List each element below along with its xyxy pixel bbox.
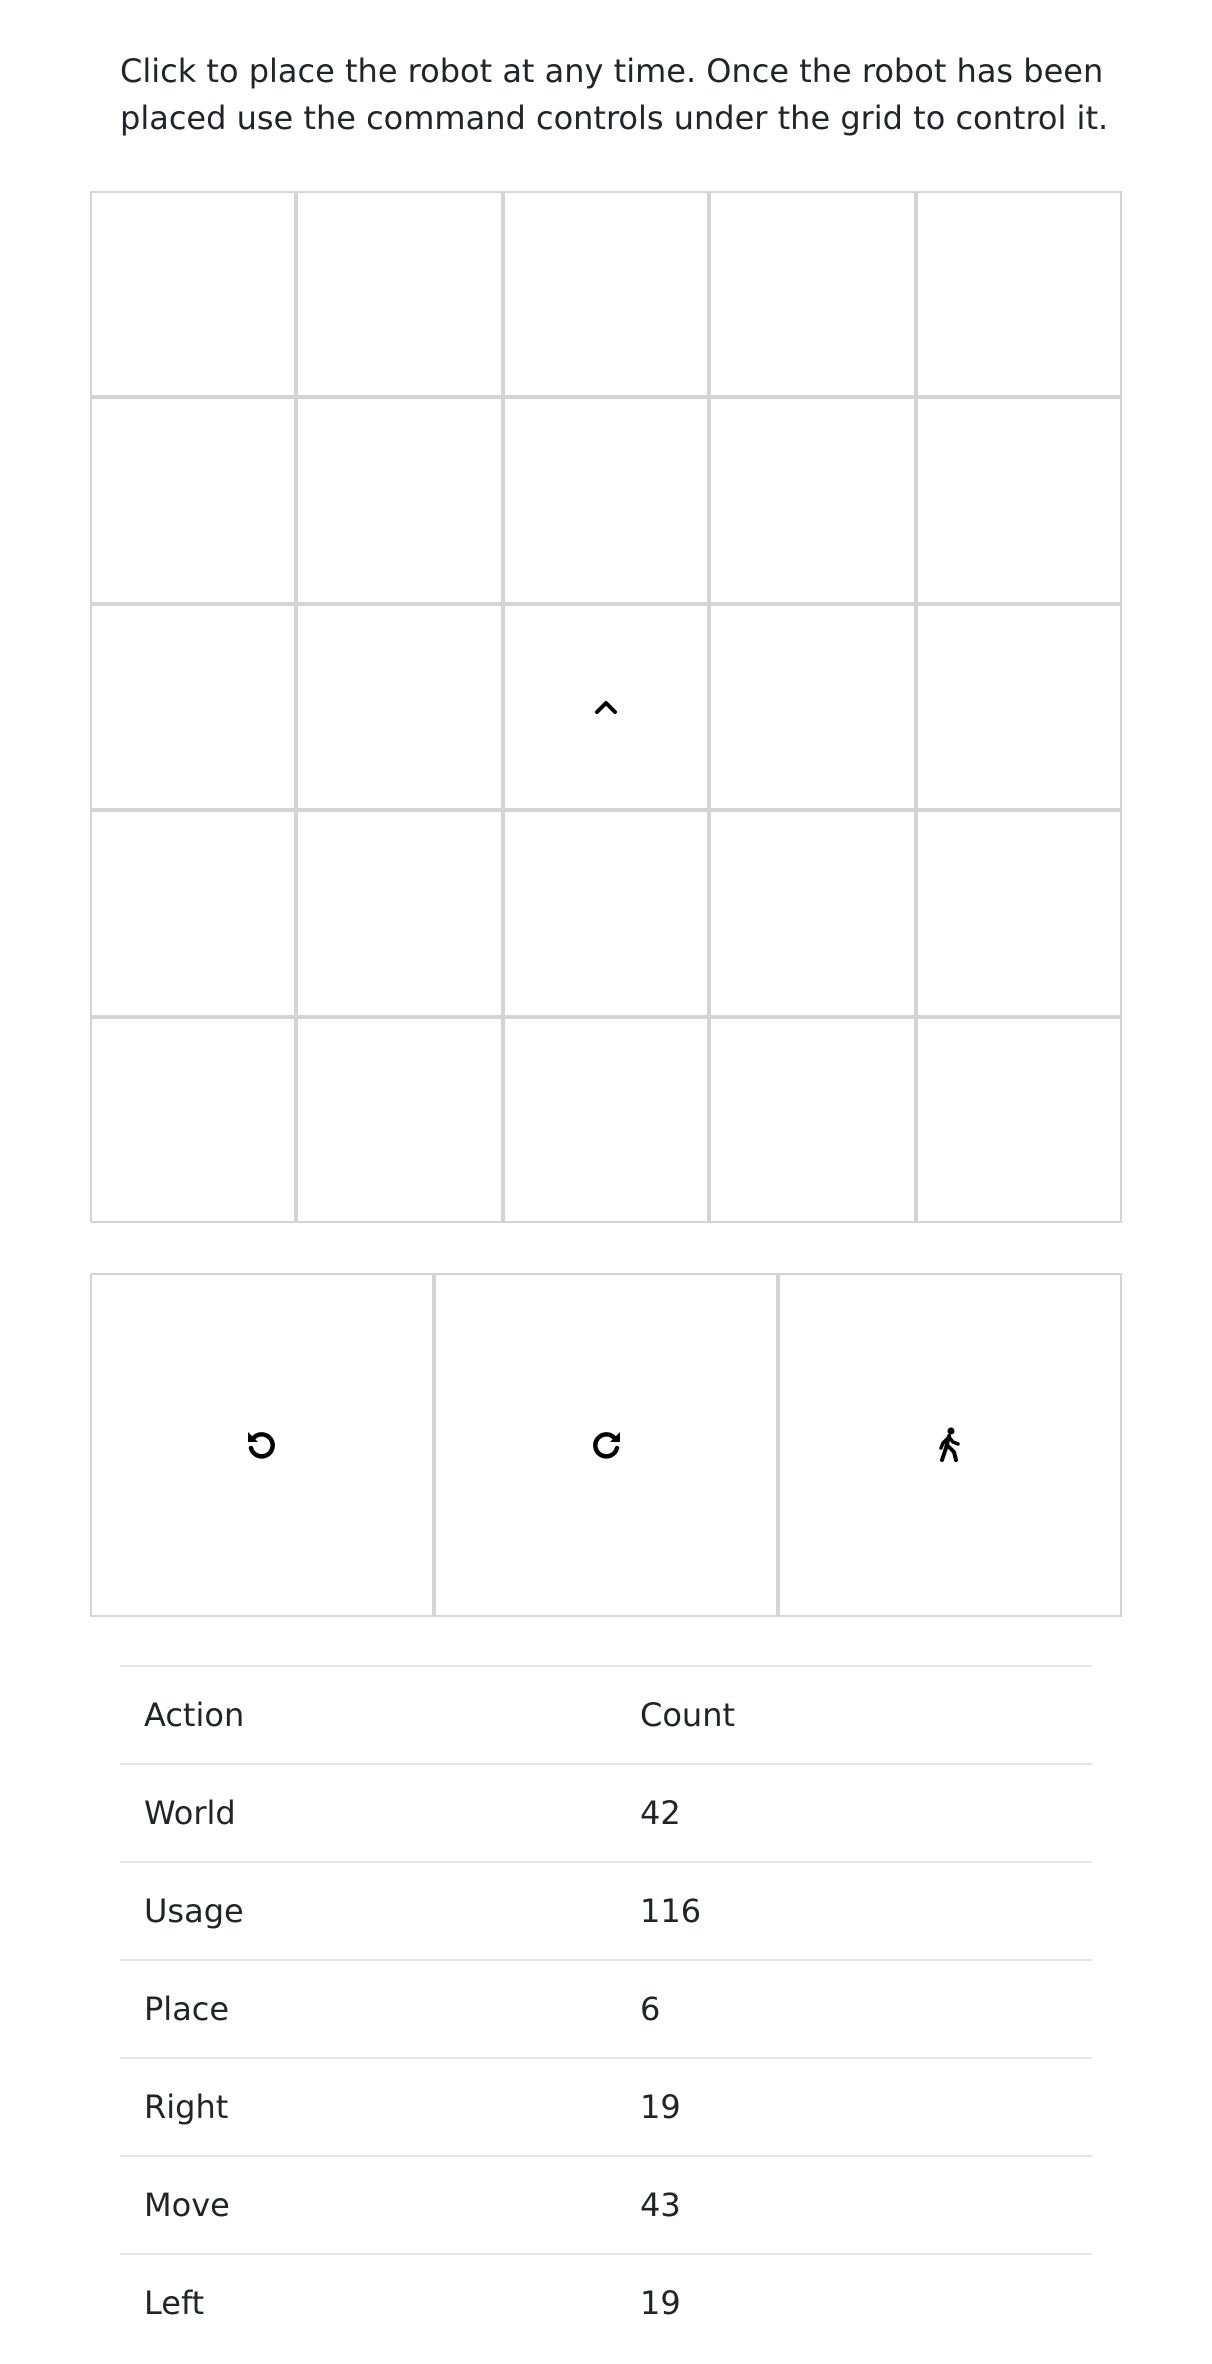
action-cell: Right (120, 2057, 616, 2156)
count-cell: 19 (616, 2253, 1092, 2351)
table-row: Usage 116 (120, 1861, 1092, 1960)
action-cell: Left (120, 2253, 616, 2351)
count-cell: 19 (616, 2057, 1092, 2156)
walk-icon (930, 1425, 970, 1465)
grid-cell-1-2[interactable] (296, 191, 503, 398)
grid-cell-3-1[interactable] (90, 603, 297, 811)
grid-cell-5-1[interactable] (90, 1016, 297, 1223)
grid-cell-3-3[interactable] (502, 603, 710, 811)
count-cell: 43 (616, 2155, 1092, 2254)
grid-cell-3-2[interactable] (296, 603, 503, 811)
grid-cell-1-4[interactable] (709, 191, 916, 398)
count-cell: 6 (616, 1959, 1092, 2058)
count-cell: 42 (616, 1763, 1092, 1862)
grid-cell-4-5[interactable] (915, 810, 1122, 1017)
grid-cell-2-4[interactable] (709, 397, 916, 604)
action-cell: World (120, 1763, 616, 1862)
grid-cell-5-2[interactable] (296, 1016, 503, 1223)
rotate-left-icon (242, 1425, 282, 1465)
table-row: Place 6 (120, 1959, 1092, 2058)
column-header-count: Count (616, 1665, 1092, 1764)
instructions-text: Click to place the robot at any time. On… (120, 52, 1109, 137)
table-header-row: Action Count (120, 1665, 1092, 1764)
grid-cell-5-5[interactable] (915, 1016, 1122, 1223)
grid-cell-5-4[interactable] (709, 1016, 916, 1223)
count-cell: 116 (616, 1861, 1092, 1960)
command-controls (90, 1273, 1122, 1617)
grid-cell-3-4[interactable] (709, 603, 916, 811)
rotate-right-icon (586, 1425, 626, 1465)
rotate-left-button[interactable] (90, 1273, 434, 1617)
action-cell: Move (120, 2155, 616, 2254)
grid-cell-4-2[interactable] (296, 810, 503, 1017)
chevron-up-icon (591, 692, 621, 722)
grid-cell-2-3[interactable] (502, 397, 710, 604)
grid-cell-2-5[interactable] (915, 397, 1122, 604)
grid-cell-2-2[interactable] (296, 397, 503, 604)
grid-cell-4-4[interactable] (709, 810, 916, 1017)
grid-cell-1-5[interactable] (915, 191, 1122, 398)
action-cell: Place (120, 1959, 616, 2058)
table-row: World 42 (120, 1763, 1092, 1862)
action-count-table: Action Count World 42 Usage 116 Place 6 … (120, 1665, 1092, 2351)
grid-cell-1-3[interactable] (502, 191, 710, 398)
column-header-action: Action (120, 1665, 616, 1764)
table-row: Move 43 (120, 2155, 1092, 2254)
grid-cell-1-1[interactable] (90, 191, 297, 398)
robot-grid (90, 191, 1122, 1223)
table-row: Left 19 (120, 2253, 1092, 2351)
grid-cell-4-3[interactable] (502, 810, 710, 1017)
grid-cell-3-5[interactable] (915, 603, 1122, 811)
grid-cell-2-1[interactable] (90, 397, 297, 604)
grid-cell-4-1[interactable] (90, 810, 297, 1017)
action-cell: Usage (120, 1861, 616, 1960)
rotate-right-button[interactable] (434, 1273, 778, 1617)
grid-cell-5-3[interactable] (502, 1016, 710, 1223)
move-button[interactable] (778, 1273, 1122, 1617)
table-row: Right 19 (120, 2057, 1092, 2156)
